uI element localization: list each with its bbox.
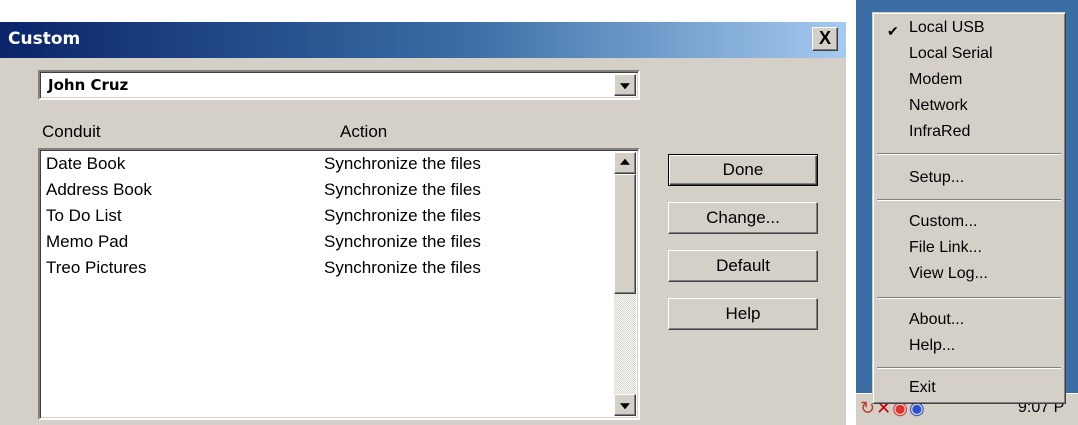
user-select[interactable]: John Cruz [38,70,640,100]
chevron-down-icon [620,83,630,90]
conduit-action: Synchronize the files [324,232,481,251]
list-scrollbar[interactable] [614,152,636,416]
close-icon: X [818,28,831,48]
scroll-track[interactable] [614,294,636,394]
menu-item-about[interactable]: About... [909,311,964,329]
conduit-name: Treo Pictures [46,258,147,277]
conduit-action: Synchronize the files [324,206,481,225]
conduit-list[interactable]: Date Book Synchronize the files Address … [38,148,640,420]
conduit-action: Synchronize the files [324,180,481,199]
scroll-down-icon [620,403,630,410]
title-bar[interactable]: Custom X [0,22,846,58]
scroll-up-button[interactable] [614,152,636,174]
menu-item-exit[interactable]: Exit [909,379,936,397]
conduit-name: Memo Pad [46,232,129,251]
menu-separator [877,153,1061,155]
conduit-header: Conduit [42,122,101,141]
action-header: Action [340,122,388,141]
conduit-action: Synchronize the files [324,154,481,173]
default-button[interactable]: Default [668,250,818,282]
close-button[interactable]: X [812,27,838,51]
menu-item-help[interactable]: Help... [909,337,955,355]
custom-dialog: Custom X John Cruz Conduit Action Date B… [0,22,846,425]
change-button[interactable]: Change... [668,202,818,234]
user-dropdown-button[interactable] [614,74,636,96]
scroll-down-button[interactable] [614,394,636,416]
menu-item-local-usb[interactable]: Local USB [909,19,985,37]
conduit-name: Date Book [46,154,126,173]
menu-item-custom[interactable]: Custom... [909,213,977,231]
scroll-up-icon [620,158,630,165]
menu-separator [877,367,1061,369]
selected-user: John Cruz [48,76,129,94]
menu-item-local-serial[interactable]: Local Serial [909,45,993,63]
menu-separator [877,297,1061,299]
conduit-name: To Do List [46,206,122,225]
check-icon: ✔ [887,23,899,39]
hotsync-context-menu: ✔ Local USB Local Serial Modem Network I… [872,12,1066,404]
conduit-name: Address Book [46,180,152,199]
done-button[interactable]: Done [668,154,818,186]
dialog-title: Custom [8,29,81,49]
scroll-thumb[interactable] [614,174,636,294]
menu-item-network[interactable]: Network [909,97,968,115]
menu-separator [877,199,1061,201]
menu-item-modem[interactable]: Modem [909,71,962,89]
help-button[interactable]: Help [668,298,818,330]
menu-item-file-link[interactable]: File Link... [909,239,982,257]
menu-item-setup[interactable]: Setup... [909,169,964,187]
menu-item-infrared[interactable]: InfraRed [909,123,970,141]
conduit-action: Synchronize the files [324,258,481,277]
menu-item-view-log[interactable]: View Log... [909,265,988,283]
